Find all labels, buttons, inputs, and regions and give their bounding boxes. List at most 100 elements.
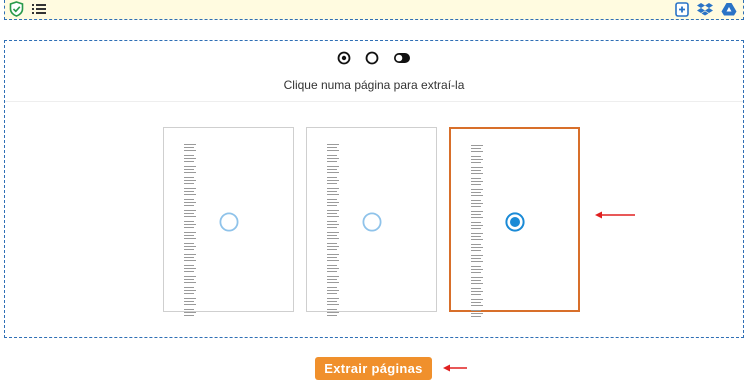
page-text-line <box>184 213 194 214</box>
page-text-line <box>471 258 481 259</box>
page-text-line <box>327 199 337 200</box>
page-text-line <box>327 227 337 228</box>
select-none-mode-radio[interactable] <box>365 51 379 65</box>
extract-pages-button[interactable]: Extrair páginas <box>315 357 432 380</box>
page-text-line <box>184 216 196 217</box>
page-text-line <box>184 282 196 283</box>
page-text-line <box>327 282 339 283</box>
page-text-line <box>327 194 339 195</box>
page-text-line <box>471 266 481 267</box>
page-text-line <box>184 224 196 225</box>
page-text-line <box>184 144 196 145</box>
select-single-mode-radio[interactable] <box>337 51 351 65</box>
page-text-line <box>327 309 337 310</box>
page-text-line <box>184 309 194 310</box>
page-text-line <box>184 249 194 250</box>
page-text-line <box>184 293 194 294</box>
page-text-line <box>327 254 339 255</box>
page-text-line <box>184 243 194 244</box>
page-text-line <box>471 247 483 248</box>
google-drive-icon[interactable] <box>721 2 737 16</box>
page-text-line <box>471 151 483 152</box>
page-text-line <box>327 246 339 247</box>
page-text-line <box>184 161 194 162</box>
page-text-line <box>184 183 194 184</box>
page-text-line <box>471 291 483 292</box>
page-text-line <box>184 287 194 288</box>
page-text-line <box>471 217 483 218</box>
page-text-line <box>327 177 337 178</box>
page-text-line <box>327 257 337 258</box>
page-radio-selected[interactable] <box>505 212 525 232</box>
page-text-line <box>184 315 194 316</box>
page-text-line <box>327 301 337 302</box>
page-text-line <box>184 199 194 200</box>
page-text-line <box>327 268 339 269</box>
page-text-line <box>471 277 483 278</box>
list-icon[interactable] <box>32 3 46 15</box>
page-text-line <box>327 304 339 305</box>
page-text-line <box>471 203 483 204</box>
page-text-line <box>471 299 483 300</box>
page-text-line <box>471 159 483 160</box>
shield-check-icon[interactable] <box>9 1 24 17</box>
page-text-line <box>471 162 481 163</box>
page-text-line <box>327 249 337 250</box>
page-text-line <box>471 269 483 270</box>
page-text-preview <box>471 145 485 317</box>
page-text-line <box>327 312 339 313</box>
page-text-line <box>327 158 339 159</box>
page-text-line <box>471 261 483 262</box>
page-thumbnail-selected[interactable] <box>449 127 580 317</box>
toggle-mode-switch[interactable] <box>393 51 411 65</box>
page-text-line <box>327 147 337 148</box>
page-text-line <box>327 265 337 266</box>
page-radio-unselected[interactable] <box>219 212 239 232</box>
page-thumbnails <box>163 127 580 317</box>
page-text-line <box>471 167 483 168</box>
page-text-line <box>184 194 196 195</box>
page-text-line <box>327 290 339 291</box>
page-text-line <box>327 260 339 261</box>
page-text-line <box>471 310 481 311</box>
page-thumbnail[interactable] <box>306 127 437 316</box>
top-toolbar <box>4 0 744 20</box>
page-text-line <box>327 287 337 288</box>
dropbox-icon[interactable] <box>697 2 713 16</box>
page-text-line <box>184 210 196 211</box>
page-text-line <box>184 205 194 206</box>
page-text-line <box>471 170 481 171</box>
page-text-line <box>327 180 339 181</box>
page-text-line <box>471 280 481 281</box>
page-text-line <box>471 211 483 212</box>
page-text-line <box>184 298 196 299</box>
add-file-icon[interactable] <box>675 1 689 17</box>
page-text-line <box>184 260 196 261</box>
page-text-line <box>471 222 481 223</box>
page-text-line <box>471 316 481 317</box>
page-text-line <box>184 271 194 272</box>
page-text-line <box>471 250 481 251</box>
page-text-line <box>327 191 337 192</box>
page-text-line <box>184 265 194 266</box>
page-text-line <box>327 221 337 222</box>
page-text-line <box>184 150 196 151</box>
page-text-line <box>184 279 194 280</box>
page-text-line <box>471 189 483 190</box>
page-thumbnail[interactable] <box>163 127 294 316</box>
page-text-line <box>184 202 196 203</box>
page-text-line <box>327 238 339 239</box>
page-text-line <box>471 178 481 179</box>
page-text-line <box>327 293 337 294</box>
page-text-line <box>471 236 481 237</box>
page-text-line <box>471 145 483 146</box>
page-selection-panel: Clique numa página para extraí-la <box>4 40 744 338</box>
page-radio-unselected[interactable] <box>362 212 382 232</box>
page-text-line <box>327 161 337 162</box>
page-text-line <box>327 232 339 233</box>
page-text-line <box>184 301 194 302</box>
page-text-line <box>184 155 194 156</box>
page-text-line <box>471 272 481 273</box>
page-text-line <box>327 183 337 184</box>
page-text-line <box>471 305 483 306</box>
